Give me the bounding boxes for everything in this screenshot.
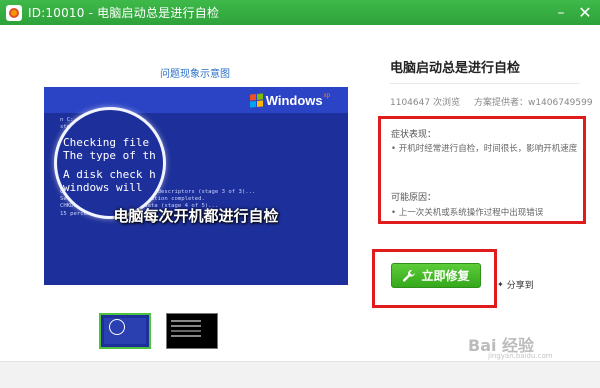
demo-caption-link[interactable]: 问题现象示意图 [0,65,390,80]
causes-label: 可能原因： [391,193,437,203]
demo-screenshot: Windows xp n C: stem is NTFS. scheduled.… [44,87,348,285]
magnified-line: The type of th [63,149,156,162]
close-button[interactable]: ✕ [574,0,596,25]
window-title: ID:10010 - 电脑启动总是进行自检 [28,6,220,20]
windows-flag-icon [249,93,263,108]
divider [390,83,580,84]
thumbnail-2[interactable] [166,313,218,349]
thumbnail-1[interactable] [99,313,151,349]
fix-now-button[interactable]: 立即修复 [391,263,481,288]
share-link[interactable]: ✦ 分享到 [497,278,534,291]
fix-now-label: 立即修复 [421,269,470,283]
watermark-url: jingyan.baidu.com [488,352,553,360]
cause-item: • 上一次关机或系统操作过程中出现错误 [391,208,544,218]
minimize-button[interactable]: – [550,0,572,25]
info-highlight-box: 症状表现： • 开机时经常进行自检，时间很长，影响开机速度 可能原因： • 上一… [378,116,586,224]
close-icon: ✕ [578,3,592,22]
view-count: 1104647 次浏览 [390,98,460,108]
article-title: 电脑启动总是进行自检 [390,61,521,76]
windows-xp-logo: Windows xp [249,93,330,108]
magnified-line: windows will [63,181,143,194]
overlay-caption: 电脑每次开机都进行自检 [113,207,279,225]
symptoms-label: 症状表现： [391,130,437,140]
wrench-icon [403,269,416,282]
article-stats: 1104647 次浏览 方案提供者：w1406749599 [390,95,600,108]
symptom-item: • 开机时经常进行自检，时间很长，影响开机速度 [391,144,578,154]
minimize-icon: – [557,4,565,21]
app-logo-icon [6,4,22,21]
share-icon: ✦ [497,280,504,289]
magnifier-circle: Checking file The type of th A disk chec… [54,107,166,219]
magnified-line: A disk check h [63,168,156,181]
title-bar: ID:10010 - 电脑启动总是进行自检 [0,0,600,25]
provider: 方案提供者：w1406749599 [473,98,593,108]
footer-bar [0,361,600,388]
magnified-line: Checking file [63,136,150,149]
